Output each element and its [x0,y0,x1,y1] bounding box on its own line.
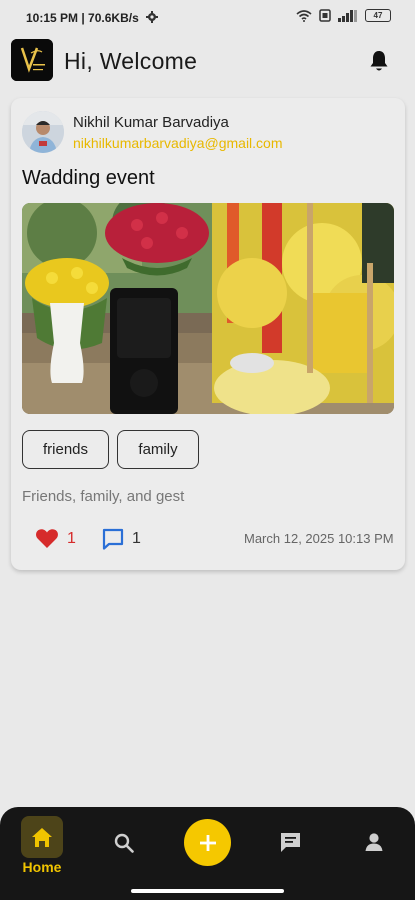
wifi-icon [296,9,312,22]
comment-count: 1 [132,530,141,547]
like-count: 1 [67,530,76,547]
settings-icon [146,11,158,23]
chat-icon[interactable] [279,831,302,854]
bell-icon[interactable] [368,49,390,73]
post-description: Friends, family, and gest [22,488,185,505]
add-post-button[interactable] [184,819,231,866]
status-bar: 10:15 PM | 70.6KB/s 47 [0,0,415,36]
status-time: 10:15 PM | 70.6KB/s [26,11,139,25]
post-timestamp: March 12, 2025 10:13 PM [244,531,394,546]
search-icon[interactable] [113,832,135,854]
tag-friends[interactable]: friends [22,430,109,469]
home-icon [32,828,52,847]
nav-home[interactable] [21,816,63,858]
author-photo [22,111,64,153]
home-indicator [131,889,284,893]
author-name[interactable]: Nikhil Kumar Barvadiya [73,114,229,131]
app-logo [11,39,53,81]
tag-family[interactable]: family [117,430,199,469]
wedding-photo [22,203,394,414]
comment-icon[interactable] [101,527,125,551]
heart-icon[interactable] [35,527,59,549]
nav-home-label[interactable]: Home [21,859,63,875]
post-image[interactable] [22,203,394,414]
author-email[interactable]: nikhilkumarbarvadiya@gmail.com [73,135,283,151]
profile-icon[interactable] [363,831,385,853]
signal-icon [338,9,357,22]
avatar[interactable] [22,111,64,153]
plus-icon [199,834,216,851]
vivah-logo-icon [11,39,53,81]
sim-icon [319,9,331,22]
battery-indicator: 47 [365,9,391,22]
page-title: Hi, Welcome [64,48,198,74]
post-title: Wadding event [22,167,155,189]
